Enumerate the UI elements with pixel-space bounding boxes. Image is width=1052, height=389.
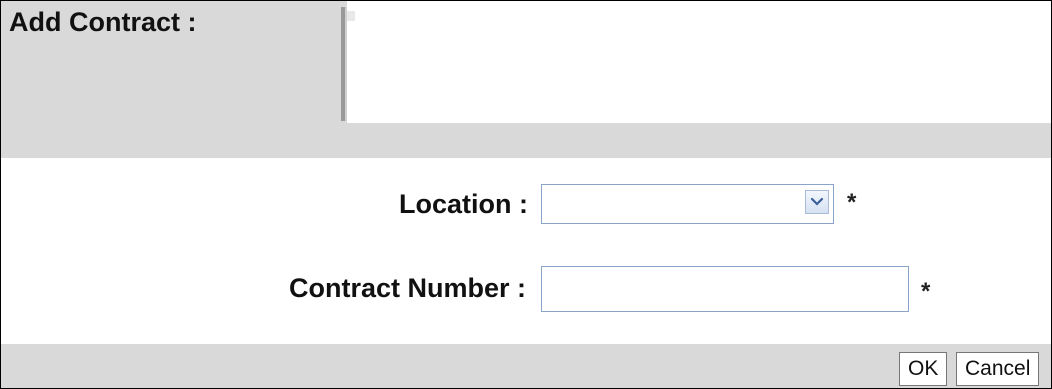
contract-number-input[interactable] xyxy=(541,266,909,312)
header-cell: Add Contract : xyxy=(1,1,341,126)
cancel-button[interactable]: Cancel xyxy=(956,352,1040,386)
location-row: Location : * xyxy=(1,184,1051,228)
contract-number-row: Contract Number : * xyxy=(1,266,1051,314)
chevron-down-icon[interactable] xyxy=(805,190,829,214)
dialog-title: Add Contract : xyxy=(9,7,197,37)
ok-button[interactable]: OK xyxy=(899,352,948,386)
location-select[interactable] xyxy=(541,184,834,224)
button-bar: OK Cancel xyxy=(1,344,1051,388)
contract-number-required-marker: * xyxy=(921,278,931,305)
add-contract-dialog: Add Contract : Location : * Contract Num… xyxy=(0,0,1052,389)
notes-area[interactable] xyxy=(347,1,1051,123)
contract-number-label: Contract Number : xyxy=(288,273,526,303)
form-area: Location : * Contract Number : * xyxy=(1,158,1051,343)
notes-resize-handle xyxy=(347,11,355,21)
location-required-marker: * xyxy=(847,189,857,216)
location-label: Location : xyxy=(399,189,528,219)
